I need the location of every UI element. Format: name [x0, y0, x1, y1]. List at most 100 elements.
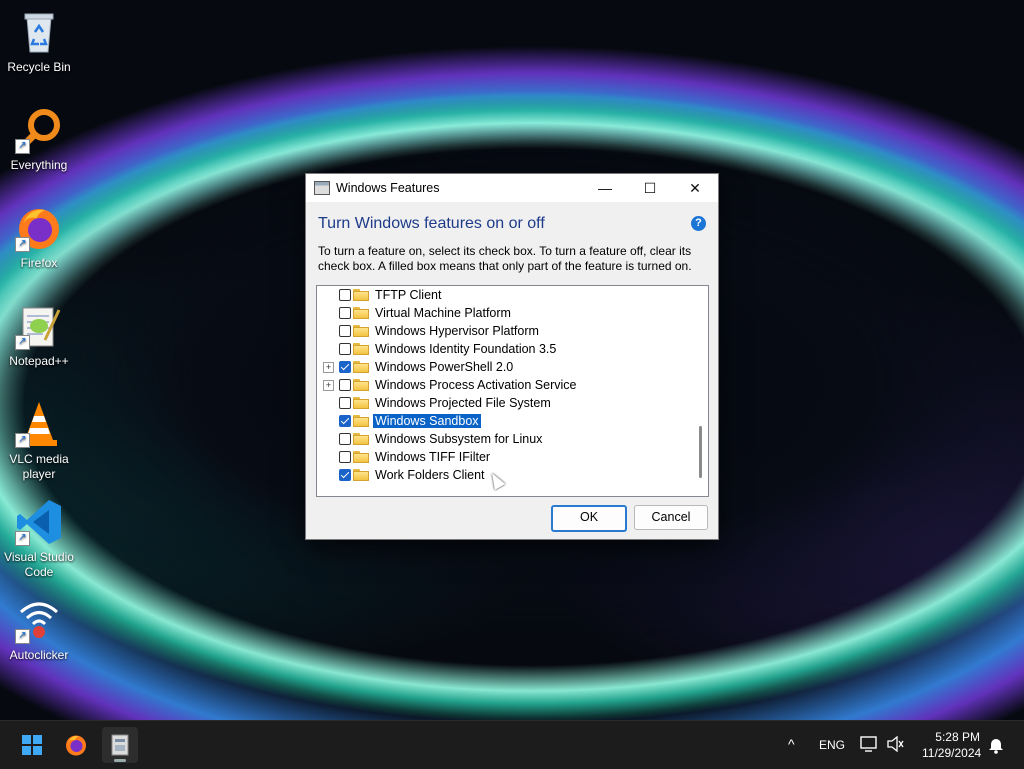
feature-label: Windows Identity Foundation 3.5: [375, 342, 557, 356]
feature-row[interactable]: Windows Hypervisor Platform: [317, 322, 697, 340]
ok-button[interactable]: OK: [551, 505, 627, 532]
notepad-plus-plus-icon: ↗: [15, 302, 63, 350]
active-app-indicator: [114, 759, 126, 762]
maximize-button[interactable]: ☐: [627, 174, 673, 202]
feature-label: Virtual Machine Platform: [375, 306, 511, 320]
feature-label: Windows Process Activation Service: [375, 378, 577, 392]
clock-date: 11/29/2024: [922, 746, 982, 760]
desktop-icon-autoclicker[interactable]: ↗ Autoclicker: [2, 596, 76, 663]
taskbar-firefox[interactable]: [58, 727, 94, 763]
feature-row[interactable]: + Windows PowerShell 2.0: [317, 358, 697, 376]
firefox-icon: ↗: [15, 204, 63, 252]
autoclicker-icon: ↗: [15, 596, 63, 644]
windows-features-app-icon: [111, 734, 129, 756]
taskbar-windows-features[interactable]: [102, 727, 138, 763]
feature-checkbox[interactable]: [339, 415, 351, 427]
cancel-button[interactable]: Cancel: [634, 505, 708, 530]
feature-checkbox[interactable]: [339, 469, 351, 481]
feature-row[interactable]: Windows Sandbox: [317, 412, 697, 430]
feature-label: Windows Sandbox: [373, 414, 481, 428]
clock[interactable]: 5:28 PM 11/29/2024: [922, 729, 982, 761]
shortcut-arrow-icon: ↗: [15, 531, 30, 546]
feature-label: Windows Subsystem for Linux: [375, 432, 543, 446]
feature-checkbox[interactable]: [339, 379, 351, 391]
desktop-icon-everything[interactable]: ↗ Everything: [2, 106, 76, 173]
desktop-icon-label: Notepad++: [9, 354, 69, 368]
dialog-heading: Turn Windows features on or off: [318, 215, 545, 232]
feature-checkbox[interactable]: [339, 433, 351, 445]
shortcut-arrow-icon: ↗: [15, 433, 30, 448]
folder-icon: [353, 325, 369, 337]
vertical-scrollbar[interactable]: [699, 426, 702, 478]
help-icon[interactable]: ?: [691, 216, 706, 231]
shortcut-arrow-icon: ↗: [15, 335, 30, 350]
feature-row[interactable]: Windows Projected File System: [317, 394, 697, 412]
clock-time: 5:28 PM: [935, 730, 980, 744]
feature-label: Work Folders Client: [375, 468, 485, 482]
taskbar: ^ ENG 5:28 PM 11/29/2024: [0, 720, 1024, 769]
expand-plus-icon[interactable]: +: [323, 379, 334, 391]
feature-checkbox[interactable]: [339, 307, 351, 319]
folder-icon: [353, 379, 369, 391]
feature-checkbox[interactable]: [339, 325, 351, 337]
folder-icon: [353, 433, 369, 445]
desktop-icon-label: Autoclicker: [9, 648, 69, 662]
feature-checkbox[interactable]: [339, 397, 351, 409]
volume-muted-icon[interactable]: [886, 735, 904, 755]
feature-checkbox[interactable]: [339, 343, 351, 355]
recycle-bin-icon: [15, 8, 63, 56]
feature-row[interactable]: Windows Identity Foundation 3.5: [317, 340, 697, 358]
search-magnifier-icon: ↗: [15, 106, 63, 154]
folder-icon: [353, 361, 369, 373]
dialog-description: To turn a feature on, select its check b…: [318, 244, 692, 273]
window-title: Windows Features: [336, 181, 440, 195]
folder-icon: [353, 307, 369, 319]
feature-checkbox[interactable]: [339, 361, 351, 373]
feature-label: Windows TIFF IFilter: [375, 450, 491, 464]
windows-features-dialog: Windows Features — ☐ ✕ Turn Windows feat…: [305, 173, 719, 540]
minimize-button[interactable]: —: [582, 174, 628, 202]
shortcut-arrow-icon: ↗: [15, 139, 30, 154]
desktop-icon-vlc[interactable]: ↗ VLC media player: [2, 400, 76, 482]
desktop-icon-label: VLC media player: [9, 452, 69, 481]
close-button[interactable]: ✕: [672, 174, 718, 202]
title-bar[interactable]: Windows Features — ☐ ✕: [306, 174, 718, 202]
feature-row[interactable]: Windows Subsystem for Linux: [317, 430, 697, 448]
feature-row[interactable]: + Windows Process Activation Service: [317, 376, 697, 394]
feature-row[interactable]: Windows TIFF IFilter: [317, 448, 697, 466]
start-button[interactable]: [14, 727, 50, 763]
feature-row[interactable]: TFTP Client: [317, 286, 697, 304]
windows-start-icon: [22, 735, 42, 755]
desktop-icon-label: Firefox: [20, 256, 58, 270]
folder-icon: [353, 289, 369, 301]
feature-label: TFTP Client: [375, 288, 442, 302]
desktop-icon-label: Recycle Bin: [7, 60, 71, 74]
windows-features-app-icon: [314, 181, 330, 195]
desktop-icon-firefox[interactable]: ↗ Firefox: [2, 204, 76, 271]
folder-icon: [353, 469, 369, 481]
firefox-icon: [66, 735, 86, 756]
feature-label: Windows Projected File System: [375, 396, 551, 410]
show-hidden-icons-chevron-icon[interactable]: ^: [788, 736, 795, 752]
feature-label: Windows Hypervisor Platform: [375, 324, 539, 338]
desktop-icon-label: Everything: [10, 158, 68, 172]
feature-row[interactable]: Work Folders Client: [317, 466, 697, 484]
shortcut-arrow-icon: ↗: [15, 237, 30, 252]
expand-plus-icon[interactable]: +: [323, 361, 334, 373]
desktop-icon-recycle-bin[interactable]: Recycle Bin: [2, 8, 76, 75]
folder-icon: [353, 451, 369, 463]
desktop-icon-notepad-plus-plus[interactable]: ↗ Notepad++: [2, 302, 76, 369]
desktop-icon-vscode[interactable]: ↗ Visual Studio Code: [2, 498, 76, 580]
feature-row[interactable]: Virtual Machine Platform: [317, 304, 697, 322]
feature-checkbox[interactable]: [339, 451, 351, 463]
vscode-icon: ↗: [15, 498, 63, 546]
folder-icon: [353, 343, 369, 355]
feature-checkbox[interactable]: [339, 289, 351, 301]
vlc-cone-icon: ↗: [15, 400, 63, 448]
feature-label: Windows PowerShell 2.0: [375, 360, 514, 374]
network-icon[interactable]: [860, 735, 880, 756]
notification-bell-icon[interactable]: [988, 736, 1004, 757]
input-language-indicator[interactable]: ENG: [819, 738, 845, 752]
desktop-icon-label: Visual Studio Code: [4, 550, 74, 579]
features-tree[interactable]: TFTP Client Virtual Machine Platform Win…: [316, 285, 709, 497]
